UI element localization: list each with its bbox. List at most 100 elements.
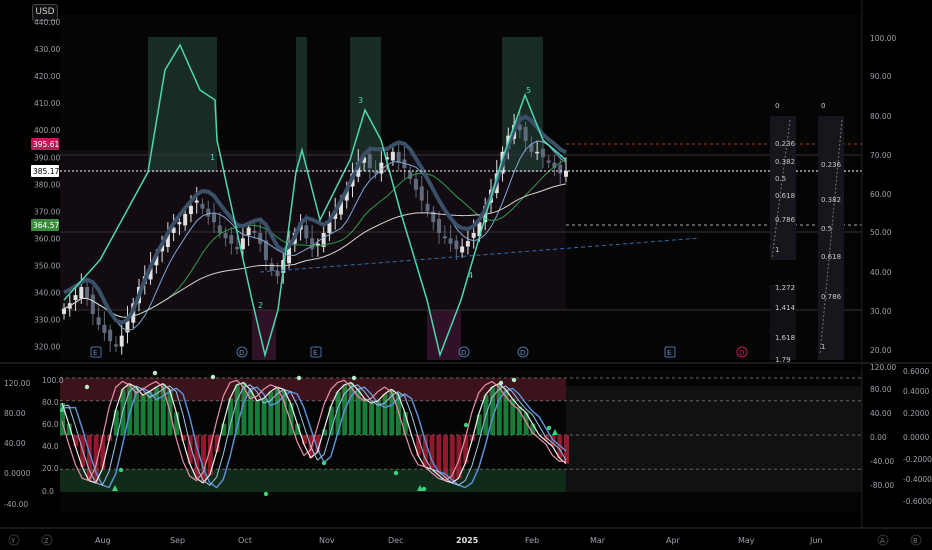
event-marker: D <box>520 349 525 357</box>
osc-right-b-tick: -0.4000 <box>903 475 932 484</box>
signal-dot <box>84 384 90 390</box>
signal-dot <box>118 467 124 473</box>
x-axis-label: Aug <box>95 536 111 545</box>
signal-dot <box>59 407 65 413</box>
fib-left-label: 1.414 <box>775 304 796 312</box>
fib-left-label: 0.382 <box>775 158 795 166</box>
x-axis-label: May <box>738 536 755 545</box>
candle-body <box>471 232 476 238</box>
osc-left-outer-tick: 0.0000 <box>4 469 30 478</box>
x-axis-label: Feb <box>525 536 539 545</box>
right-value-tick: 60.00 <box>870 190 892 199</box>
candle-body <box>419 186 424 201</box>
x-axis-label: Jun <box>809 536 823 545</box>
candle-body <box>235 247 240 250</box>
signal-dot <box>511 377 517 383</box>
osc-right-b-tick: 0.4000 <box>903 387 929 396</box>
candle-body <box>460 246 465 253</box>
left-price-tick: 410.00 <box>34 99 60 108</box>
right-value-tick: 70.00 <box>870 151 892 160</box>
candle-body <box>102 324 107 333</box>
x-axis-label: 2025 <box>456 536 479 545</box>
oscillator-histogram-bar <box>261 398 267 435</box>
corner-letter: A <box>880 537 885 545</box>
signal-dot <box>393 470 399 476</box>
wave-label: 1 <box>210 153 215 162</box>
event-marker: E <box>93 349 97 357</box>
fib-left-label: 1 <box>775 246 779 254</box>
wave-label: 4 <box>468 271 473 280</box>
highlight-zone-1 <box>148 37 217 172</box>
candle-body <box>194 200 199 203</box>
signal-dot <box>321 460 327 466</box>
left-price-tick: 440.00 <box>34 18 60 27</box>
osc-left-outer-tick: 120.00 <box>4 379 30 388</box>
candle-body <box>85 287 90 298</box>
candle-body <box>448 238 453 244</box>
left-price-tick: 430.00 <box>34 45 60 54</box>
price-label: 385.17 <box>33 167 59 176</box>
corner-letter: B <box>913 537 918 545</box>
left-price-tick: 350.00 <box>34 261 60 270</box>
candle-body <box>564 170 568 177</box>
candle-body <box>546 160 551 163</box>
osc-right-b-tick: 0.6000 <box>903 367 929 376</box>
candle-body <box>413 178 418 190</box>
price-label: 364.57 <box>33 221 59 230</box>
oscillator-histogram-bar <box>456 435 462 479</box>
right-value-tick: 20.00 <box>870 346 892 355</box>
left-price-tick: 390.00 <box>34 153 60 162</box>
corner-letter: Z <box>44 537 49 545</box>
fib-left-label: 0.618 <box>775 192 795 200</box>
corner-letter: Y <box>10 537 16 545</box>
candle-body <box>240 238 245 250</box>
fib-left-label: 0.786 <box>775 216 796 224</box>
left-price-tick: 340.00 <box>34 288 60 297</box>
osc-right-b-tick: -0.6000 <box>903 497 932 506</box>
left-price-tick: 400.00 <box>34 126 60 135</box>
candle-body <box>275 270 280 277</box>
signal-dot <box>463 422 469 428</box>
left-price-tick: 370.00 <box>34 207 60 216</box>
oscillator-histogram-bar <box>140 395 146 435</box>
left-price-tick: 420.00 <box>34 72 60 81</box>
candle-body <box>310 238 315 250</box>
oscillator-histogram-bar <box>375 400 381 435</box>
x-axis-label: Dec <box>388 536 403 545</box>
signal-dot <box>296 375 302 381</box>
event-marker: E <box>667 349 671 357</box>
oscillator-histogram-bar <box>362 398 368 435</box>
oscillator-histogram-bar <box>147 391 153 435</box>
fib-right-label: 0.5 <box>821 225 832 233</box>
osc-left-outer-tick: -40.00 <box>4 500 28 509</box>
fib-right-label: 1 <box>821 343 825 351</box>
fib-box-left-ext <box>770 285 796 360</box>
candle-body <box>367 154 372 169</box>
event-marker: D <box>739 349 744 357</box>
fib-box-left <box>770 116 796 260</box>
right-value-tick: 100.00 <box>870 34 896 43</box>
osc-right-a-tick: 120.00 <box>870 363 896 372</box>
wave-label: 5 <box>526 86 531 95</box>
candle-body <box>108 329 113 342</box>
x-axis-label: Apr <box>666 536 681 545</box>
osc-left-inner-tick: 0.0 <box>42 487 54 496</box>
fib-right-label: 0 <box>821 102 825 110</box>
candle-body <box>79 287 84 299</box>
signal-dot <box>152 370 158 376</box>
event-marker: E <box>313 349 317 357</box>
osc-right-b-tick: -0.2000 <box>903 455 932 464</box>
osc-right-a-tick: -80.00 <box>870 481 894 490</box>
fib-box-right <box>818 116 844 360</box>
event-marker: D <box>239 349 244 357</box>
oscillator-histogram-bar <box>201 435 207 483</box>
right-value-tick: 40.00 <box>870 268 892 277</box>
candle-body <box>96 317 101 325</box>
right-value-tick: 50.00 <box>870 228 892 237</box>
candle-body <box>425 203 430 212</box>
right-value-tick: 90.00 <box>870 72 892 81</box>
candle-body <box>223 232 228 239</box>
candle-body <box>465 241 470 247</box>
candle-body <box>540 148 545 158</box>
chart-svg: 1 2 3 4 5 0 0.236 0.382 0.5 0.618 0.786 1 1.272 1.414… <box>0 0 932 546</box>
